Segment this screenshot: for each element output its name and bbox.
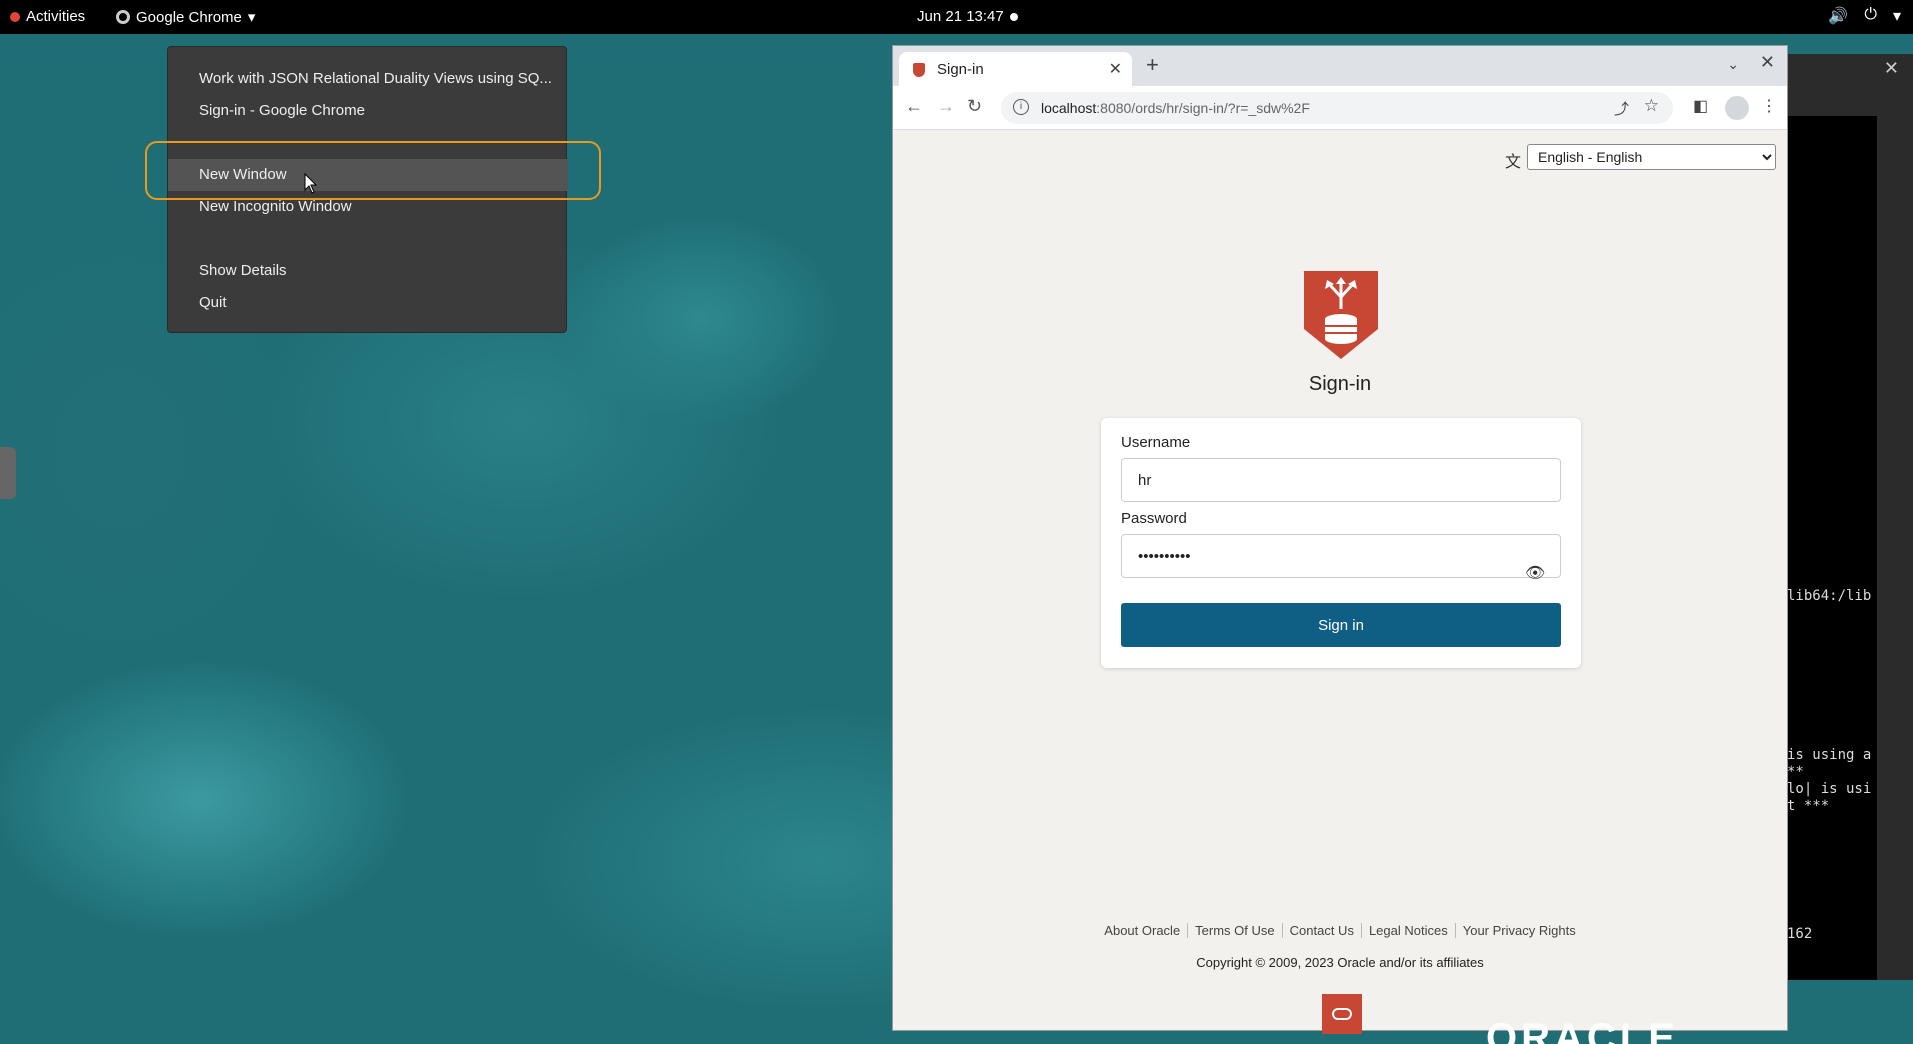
activities-button[interactable]: Activities: [10, 8, 85, 25]
signin-page: 文 English - English Sign-in Username Pas…: [893, 130, 1787, 1034]
tab-signin[interactable]: Sign-in ✕: [899, 52, 1132, 86]
password-input[interactable]: [1121, 534, 1561, 578]
activities-label: Activities: [26, 8, 86, 25]
top-bar: Activities Google Chrome ▾ Jun 21 13:47 …: [0, 0, 1913, 34]
menu-item-show-details[interactable]: Show Details: [168, 255, 568, 287]
chevron-down-icon: ▾: [1892, 8, 1901, 25]
dock-handle[interactable]: [0, 447, 16, 499]
volume-icon: 🔊: [1828, 8, 1849, 25]
clock[interactable]: Jun 21 13:47: [917, 8, 1018, 25]
terminal-line: **: [1787, 764, 1804, 780]
activities-indicator-icon: [10, 11, 20, 22]
bookmark-star-icon[interactable]: ☆: [1644, 96, 1659, 116]
footer-link-terms-of-use[interactable]: Terms Of Use: [1187, 923, 1282, 938]
app-name-label: Google Chrome: [136, 8, 242, 26]
recording-indicator-icon: [1009, 12, 1018, 21]
oracle-favicon-icon: [913, 63, 925, 77]
oracle-wordmark: ORACLE: [1486, 1018, 1679, 1044]
show-password-eye-icon[interactable]: 👁: [1525, 563, 1545, 583]
back-icon[interactable]: ←: [905, 96, 923, 117]
copyright-text: Copyright © 2009, 2023 Oracle and/or its…: [1196, 955, 1484, 970]
system-tray[interactable]: 🔊 ⏻ ▾: [1828, 6, 1901, 26]
translate-icon: 文: [1505, 154, 1522, 171]
password-label: Password: [1121, 510, 1187, 527]
forward-icon[interactable]: →: [937, 96, 955, 117]
footer-link-about-oracle[interactable]: About Oracle: [1097, 923, 1187, 938]
ords-logo-icon: [1304, 271, 1378, 359]
mouse-cursor-icon: [304, 172, 318, 194]
terminal-line: is using a: [1787, 747, 1872, 763]
footer-link-legal-notices[interactable]: Legal Notices: [1360, 923, 1455, 938]
side-panel-icon[interactable]: ◧: [1693, 96, 1708, 116]
close-tab-icon[interactable]: ✕: [1109, 59, 1122, 79]
share-icon[interactable]: ⤴: [1614, 98, 1629, 119]
power-icon: ⏻: [1864, 6, 1877, 23]
browser-toolbar: ← → ↻ i localhost:8080/ords/hr/sign-in/?…: [893, 86, 1787, 130]
tab-title: Sign-in: [937, 61, 984, 78]
tab-strip: Sign-in ✕ + ⌄ ✕: [893, 46, 1787, 86]
oracle-badge-icon[interactable]: [1322, 994, 1362, 1034]
url-text: localhost:8080/ords/hr/sign-in/?r=_sdw%2…: [1041, 100, 1310, 116]
site-info-icon[interactable]: i: [1013, 99, 1029, 115]
chrome-window: Sign-in ✕ + ⌄ ✕ ← → ↻ i localhost:8080/o…: [892, 45, 1788, 1034]
chrome-icon: [116, 10, 130, 24]
new-tab-button[interactable]: +: [1146, 52, 1159, 78]
footer-link-contact-us[interactable]: Contact Us: [1281, 923, 1361, 938]
close-icon[interactable]: ✕: [1884, 58, 1899, 79]
app-menu-button[interactable]: Google Chrome ▾: [116, 8, 255, 26]
profile-avatar-icon[interactable]: [1725, 96, 1749, 120]
terminal-line: lo| is usi: [1787, 781, 1872, 797]
address-bar[interactable]: i localhost:8080/ords/hr/sign-in/?r=_sdw…: [1001, 92, 1673, 124]
menu-item-window-signin[interactable]: Sign-in - Google Chrome: [168, 95, 568, 127]
signin-button[interactable]: Sign in: [1121, 603, 1561, 647]
reload-icon[interactable]: ↻: [967, 96, 982, 117]
language-select[interactable]: English - English: [1527, 144, 1776, 170]
terminal-line: lib64:/lib: [1787, 588, 1872, 604]
chevron-down-icon: ▾: [247, 9, 256, 26]
window-close-icon[interactable]: ✕: [1760, 52, 1775, 73]
username-input[interactable]: [1121, 458, 1561, 502]
signin-card: Username Password 👁 Sign in: [1101, 418, 1581, 668]
kebab-menu-icon[interactable]: ⋮: [1761, 96, 1777, 116]
url-path: :8080/ords/hr/sign-in/?r=_sdw%2F: [1096, 100, 1310, 116]
terminal-line: 162: [1787, 926, 1813, 942]
username-label: Username: [1121, 434, 1191, 451]
footer-link-privacy-rights[interactable]: Your Privacy Rights: [1454, 923, 1583, 938]
terminal-line: t ***: [1787, 798, 1830, 814]
menu-item-quit[interactable]: Quit: [168, 287, 568, 319]
footer-links: About Oracle Terms Of Use Contact Us Legal …: [893, 923, 1787, 938]
url-host: localhost: [1041, 100, 1097, 116]
tab-search-chevron-icon[interactable]: ⌄: [1727, 56, 1739, 73]
clock-label: Jun 21 13:47: [917, 8, 1004, 25]
page-title: Sign-in: [1308, 373, 1372, 395]
menu-item-window-json-duality[interactable]: Work with JSON Relational Duality Views …: [168, 63, 568, 95]
highlight-ring: [145, 141, 601, 200]
